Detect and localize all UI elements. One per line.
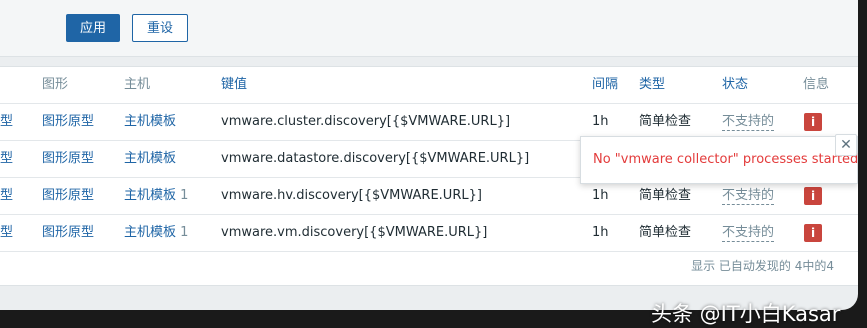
app-frame: 应用 重设 图形 主机 键值 间隔 类型 状态 信息 型 图形原型 主机模板 v… <box>0 0 858 310</box>
info-icon[interactable]: i <box>804 224 822 242</box>
type: 简单检查 <box>639 114 692 129</box>
item-key: vmware.datastore.discovery[{$VMWARE.URL}… <box>221 151 530 166</box>
host-count: 1 <box>180 188 189 203</box>
row-left-link[interactable]: 型 <box>0 104 13 140</box>
close-icon[interactable]: ✕ <box>835 134 857 156</box>
filter-panel: 应用 重设 <box>0 0 858 57</box>
item-key: vmware.hv.discovery[{$VMWARE.URL}] <box>221 188 482 203</box>
row-left-link[interactable]: 型 <box>0 141 13 177</box>
graph-prototype-link[interactable]: 图形原型 <box>42 141 94 177</box>
graph-prototype-link[interactable]: 图形原型 <box>42 178 94 214</box>
column-header-interval[interactable]: 间隔 <box>592 67 618 103</box>
column-header-host: 主机 <box>124 77 151 92</box>
table-header: 图形 主机 键值 间隔 类型 状态 信息 <box>0 67 858 104</box>
item-key: vmware.cluster.discovery[{$VMWARE.URL}] <box>221 114 511 129</box>
info-icon[interactable]: i <box>804 113 822 131</box>
graph-prototype-link[interactable]: 图形原型 <box>42 104 94 140</box>
watermark: 头条 @IT小白Kasar <box>651 302 841 326</box>
column-header-graph: 图形 <box>42 77 69 92</box>
item-key: vmware.vm.discovery[{$VMWARE.URL}] <box>221 225 488 240</box>
apply-button[interactable]: 应用 <box>66 14 120 42</box>
error-popup: No "vmware collector" processes started. <box>580 136 858 184</box>
status[interactable]: 不支持的 <box>722 215 775 251</box>
info-icon[interactable]: i <box>804 187 822 205</box>
interval: 1h <box>592 225 609 240</box>
host-template-link[interactable]: 主机模板 1 <box>124 178 188 214</box>
status-unsupported[interactable]: 不支持的 <box>722 188 775 205</box>
table-footer-summary: 显示 已自动发现的 4中的4 <box>691 259 834 273</box>
error-message: No "vmware collector" processes started. <box>593 152 858 167</box>
type: 简单检查 <box>639 225 692 240</box>
column-header-type[interactable]: 类型 <box>639 67 665 103</box>
column-header-status[interactable]: 状态 <box>722 67 748 103</box>
status-unsupported[interactable]: 不支持的 <box>722 225 775 242</box>
interval: 1h <box>592 114 609 129</box>
table-row: 型 图形原型 主机模板 1 vmware.vm.discovery[{$VMWA… <box>0 215 858 252</box>
status-unsupported[interactable]: 不支持的 <box>722 114 775 131</box>
reset-button[interactable]: 重设 <box>132 14 188 42</box>
graph-prototype-link[interactable]: 图形原型 <box>42 215 94 251</box>
row-left-link[interactable]: 型 <box>0 215 13 251</box>
host-template-link[interactable]: 主机模板 1 <box>124 215 188 251</box>
host-template-link[interactable]: 主机模板 <box>124 141 176 177</box>
status[interactable]: 不支持的 <box>722 104 775 140</box>
host-count: 1 <box>180 225 189 240</box>
row-left-link[interactable]: 型 <box>0 178 13 214</box>
host-template-link[interactable]: 主机模板 <box>124 104 176 140</box>
column-header-info: 信息 <box>803 77 830 92</box>
column-header-key[interactable]: 键值 <box>221 67 247 103</box>
